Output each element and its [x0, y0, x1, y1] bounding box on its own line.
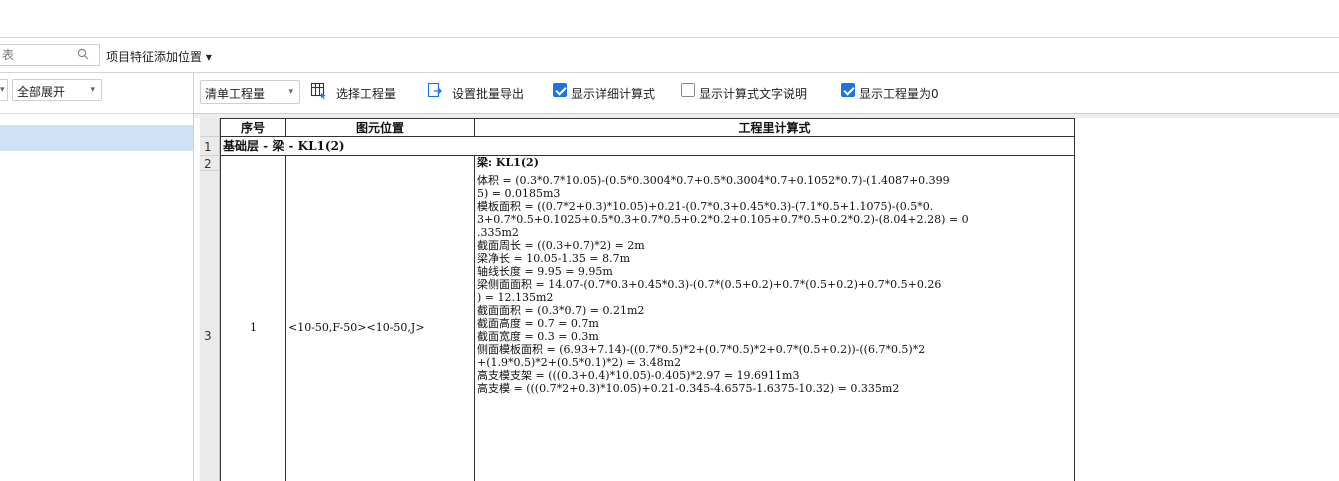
- row-header-corner: [200, 118, 220, 137]
- header-position: 图元位置: [286, 118, 475, 137]
- feature-position-dropdown[interactable]: 项目特征添加位置 ▾: [106, 48, 212, 65]
- toolbar: 清单工程量 ▾ 选择工程量 设置批量导出 显示详细计算式 显示计算式文字说明 显…: [194, 73, 1339, 114]
- formula-line: 模板面积 = ((0.7*2+0.3)*10.05)+0.21-(0.7*0.3…: [477, 200, 934, 213]
- formula-line: 3+0.7*0.5+0.1025+0.5*0.3+0.7*0.5+0.2*0.2…: [477, 213, 969, 226]
- formula-line: 高支模 = (((0.7*2+0.3)*10.05)+0.21-0.345-4.…: [477, 382, 900, 395]
- search-bar: 项目特征添加位置 ▾: [0, 38, 1339, 73]
- header-seq: 序号: [220, 118, 286, 137]
- formula-line: 轴线长度 = 9.95 = 9.95m: [477, 265, 613, 278]
- search-input[interactable]: [0, 45, 74, 65]
- formula-line: 体积 = (0.3*0.7*10.05)-(0.5*0.3004*0.7+0.5…: [477, 174, 950, 187]
- header-formula: 工程里计算式: [475, 118, 1075, 137]
- chevron-down-icon: ▾: [90, 85, 95, 95]
- formula-line: +(1.9*0.5)*2+(0.5*0.1)*2) = 3.48m2: [477, 356, 681, 369]
- formula-cell[interactable]: 梁: KL1(2) 体积 = (0.3*0.7*10.05)-(0.5*0.30…: [475, 156, 1075, 481]
- search-box[interactable]: [0, 44, 100, 66]
- row-header[interactable]: 1: [200, 137, 220, 156]
- row-header[interactable]: 2: [200, 156, 220, 171]
- formula-line: 侧面模板面积 = (6.93+7.14)-((0.7*0.5)*2+(0.7*0…: [477, 343, 926, 356]
- select-quantity-button[interactable]: 选择工程量: [336, 85, 396, 102]
- right-panel: 清单工程量 ▾ 选择工程量 设置批量导出 显示详细计算式 显示计算式文字说明 显…: [194, 73, 1339, 481]
- quantity-type-dropdown[interactable]: 清单工程量 ▾: [200, 80, 300, 104]
- export-icon[interactable]: [426, 82, 444, 100]
- formula-line: 截面面积 = (0.3*0.7) = 0.21m2: [477, 304, 645, 317]
- formula-line: 梁: KL1(2): [477, 156, 539, 169]
- formula-line: 高支模支架 = (((0.3+0.4)*10.05)-0.405)*2.97 =…: [477, 369, 800, 382]
- formula-line: 截面周长 = ((0.3+0.7)*2) = 2m: [477, 239, 645, 252]
- select-quantity-icon[interactable]: [310, 82, 328, 100]
- chevron-down-icon: ▾: [0, 85, 5, 95]
- batch-export-button[interactable]: 设置批量导出: [452, 85, 524, 102]
- calculation-sheet: 1 2 3 序号 图元位置 工程里计算式 基础层 - 梁 - KL1(2) 1 …: [200, 118, 1339, 481]
- left-dropdown[interactable]: ▾: [0, 79, 8, 101]
- row-header[interactable]: 3: [200, 171, 220, 481]
- tree-selected-row[interactable]: [0, 125, 193, 151]
- formula-line: .335m2: [477, 226, 519, 239]
- formula-line: 截面宽度 = 0.3 = 0.3m: [477, 330, 599, 343]
- top-blank-bar: [0, 0, 1339, 38]
- group-title-row[interactable]: 基础层 - 梁 - KL1(2): [220, 137, 1075, 156]
- expand-all-dropdown[interactable]: 全部展开 ▾: [12, 79, 102, 101]
- seq-cell[interactable]: 1: [220, 156, 286, 481]
- show-detail-formula-label[interactable]: 显示详细计算式: [571, 85, 655, 102]
- show-formula-text-label[interactable]: 显示计算式文字说明: [699, 85, 807, 102]
- chevron-down-icon: ▾: [288, 87, 293, 97]
- formula-line: 截面高度 = 0.7 = 0.7m: [477, 317, 599, 330]
- expand-all-label: 全部展开: [17, 85, 66, 99]
- show-zero-checkbox[interactable]: [841, 83, 855, 97]
- formula-line: 梁侧面面积 = 14.07-(0.7*0.3+0.45*0.3)-(0.7*(0…: [477, 278, 942, 291]
- formula-line: 5) = 0.0185m3: [477, 187, 561, 200]
- show-detail-formula-checkbox[interactable]: [553, 83, 567, 97]
- left-panel-divider: [0, 113, 193, 114]
- left-panel: ▾ 全部展开 ▾: [0, 73, 194, 481]
- show-formula-text-checkbox[interactable]: [681, 83, 695, 97]
- position-cell[interactable]: <10-50,F-50><10-50,J>: [286, 156, 475, 481]
- row-header-column: 1 2 3: [200, 118, 220, 481]
- search-icon[interactable]: [77, 48, 89, 60]
- show-zero-label[interactable]: 显示工程量为0: [859, 85, 939, 102]
- quantity-type-label: 清单工程量: [205, 87, 266, 101]
- formula-line: 梁净长 = 10.05-1.35 = 8.7m: [477, 252, 631, 265]
- position-value: <10-50,F-50><10-50,J>: [288, 321, 425, 334]
- seq-value: 1: [250, 321, 257, 334]
- formula-line: ) = 12.135m2: [477, 291, 554, 304]
- quantity-table: 序号 图元位置 工程里计算式 基础层 - 梁 - KL1(2) 1 <10-50…: [220, 118, 1077, 481]
